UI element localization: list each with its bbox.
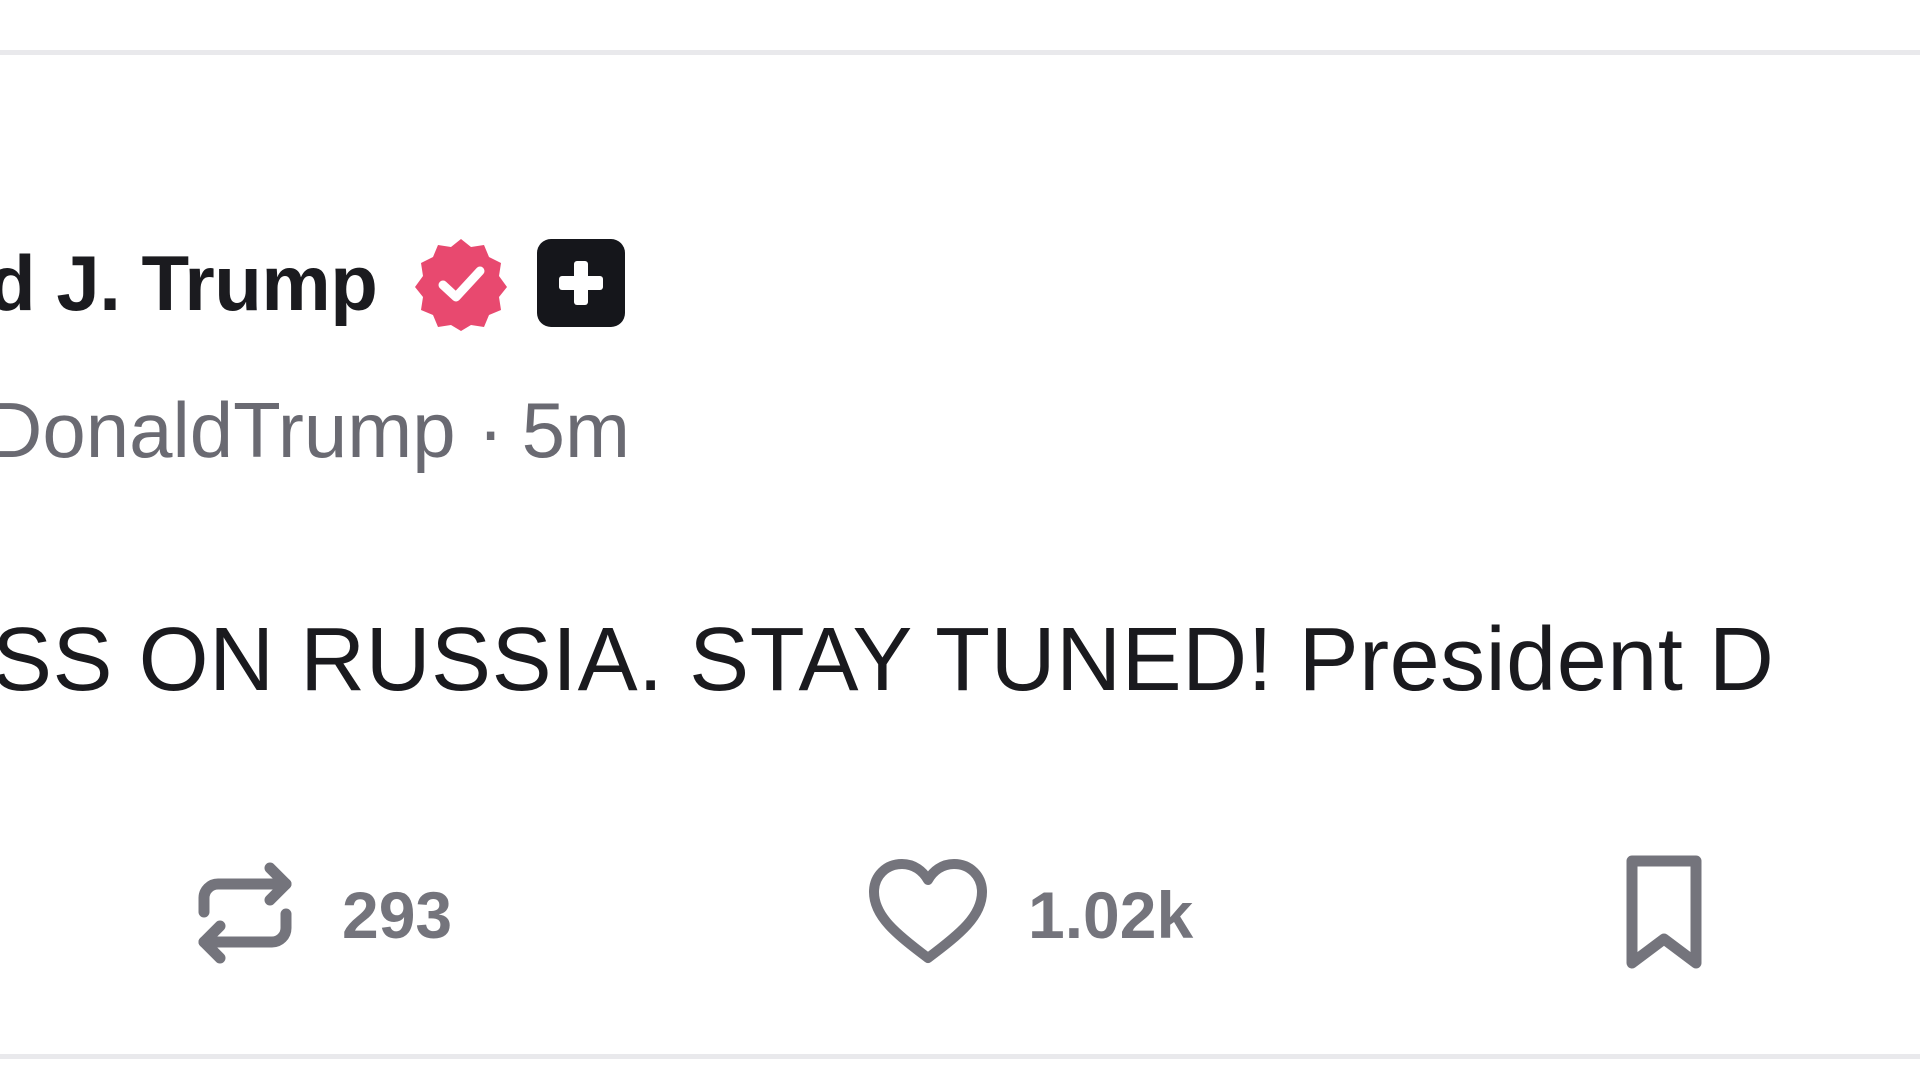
repost-button[interactable]: 293	[186, 845, 452, 985]
author-handle[interactable]: DonaldTrump	[0, 385, 456, 476]
post-body-text: SS ON RUSSIA. STAY TUNED! President D	[0, 610, 1775, 710]
author-row: d J. Trump	[0, 233, 626, 333]
post-timestamp[interactable]: 5m	[522, 385, 630, 476]
repost-icon	[186, 854, 304, 977]
bookmark-button[interactable]	[1618, 845, 1710, 985]
post-card[interactable]: d J. Trump DonaldTrump · 5m SS ON RUSSIA…	[0, 55, 1920, 1054]
post-actions-bar: 293 1.02k	[0, 845, 1920, 985]
bookmark-icon	[1618, 851, 1710, 980]
like-button[interactable]: 1.02k	[866, 845, 1193, 985]
author-name[interactable]: d J. Trump	[0, 238, 378, 329]
like-count: 1.02k	[1028, 878, 1194, 952]
handle-separator: ·	[477, 385, 504, 474]
repost-count: 293	[342, 878, 453, 952]
handle-row: DonaldTrump · 5m	[0, 380, 630, 480]
heart-icon	[866, 854, 990, 977]
bottom-divider	[0, 1054, 1920, 1059]
verified-badge-icon	[413, 235, 509, 331]
truth-social-post-view: d J. Trump DonaldTrump · 5m SS ON RUSSIA…	[0, 0, 1920, 1078]
truth-plus-icon	[537, 239, 626, 327]
